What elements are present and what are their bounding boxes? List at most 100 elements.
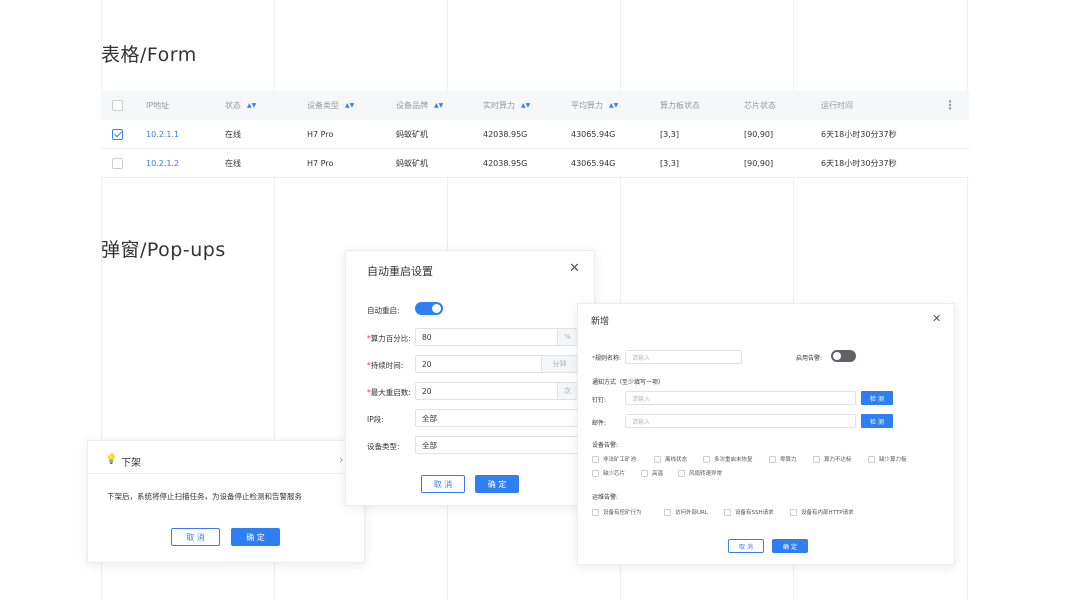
- option-label: 非法矿工矿池: [603, 457, 637, 463]
- option-label: 零算力: [780, 457, 797, 463]
- dialog-title: 自动重启设置: [367, 265, 433, 278]
- dingding-input[interactable]: 请输入: [625, 391, 856, 405]
- chip-cell: [90,90]: [744, 158, 774, 168]
- status-cell: 在线: [225, 158, 241, 168]
- rule-name-label: *规则名称:: [592, 355, 622, 362]
- checkbox[interactable]: [664, 508, 671, 516]
- cancel-button[interactable]: 取 消: [421, 475, 465, 493]
- detect-mail-button[interactable]: 检 测: [861, 414, 893, 428]
- header-label: 芯片状态: [744, 100, 776, 110]
- checkbox[interactable]: [641, 469, 648, 477]
- checkbox[interactable]: [678, 469, 685, 477]
- cancel-button[interactable]: 取 消: [171, 528, 220, 546]
- confirm-button[interactable]: 确 定: [475, 475, 519, 493]
- checkbox[interactable]: [868, 455, 875, 463]
- checkbox[interactable]: [592, 455, 599, 463]
- ops-option[interactable]: 设备有挖矿行为: [592, 508, 642, 516]
- option-label: 多次重启未恢复: [714, 457, 753, 463]
- notify-method-label: 通知方式（至少填写一项）: [592, 379, 665, 386]
- brand-cell: 蚂蚁矿机: [396, 129, 428, 139]
- ops-option[interactable]: 设备有SSH请求: [724, 508, 774, 516]
- close-icon[interactable]: ✕: [569, 262, 580, 275]
- header-status[interactable]: 状态 ▲▼: [225, 90, 256, 120]
- toggle-knob: [432, 304, 441, 313]
- label-text: 规则名称:: [595, 355, 622, 362]
- select-all-cell: [112, 90, 123, 120]
- dingding-label: 钉钉:: [592, 397, 607, 404]
- toggle-knob: [833, 352, 841, 360]
- header-realtime[interactable]: 实时算力 ▲▼: [483, 90, 530, 120]
- sort-icon[interactable]: ▲▼: [247, 102, 256, 109]
- checkbox[interactable]: [703, 455, 710, 463]
- checkbox[interactable]: [592, 508, 599, 516]
- input-value: 20: [422, 386, 432, 396]
- checkbox[interactable]: [724, 508, 731, 516]
- detect-dingding-button[interactable]: 检 测: [861, 391, 893, 405]
- alarm-option[interactable]: 非法矿工矿池: [592, 455, 636, 463]
- option-label: 缺少芯片: [603, 471, 626, 477]
- divider: [88, 473, 364, 474]
- device-type-select[interactable]: 全部: [415, 436, 578, 454]
- chip-cell: [90,90]: [744, 129, 774, 139]
- checkbox[interactable]: [813, 455, 820, 463]
- alarm-option[interactable]: 零算力: [769, 455, 797, 463]
- alarm-option[interactable]: 离线状态: [654, 455, 687, 463]
- row-checkbox[interactable]: [112, 157, 123, 169]
- hash-percent-label: *算力百分比:: [367, 334, 411, 343]
- mail-input[interactable]: 请输入: [625, 414, 856, 428]
- more-vertical-icon[interactable]: ⋮: [944, 90, 956, 120]
- ops-option[interactable]: 访问外部URL: [664, 508, 708, 516]
- sort-icon[interactable]: ▲▼: [345, 102, 354, 109]
- cancel-button[interactable]: 取 消: [728, 539, 764, 553]
- header-type[interactable]: 设备类型 ▲▼: [307, 90, 354, 120]
- option-label: 算力不达标: [824, 457, 852, 463]
- status-cell: 在线: [225, 129, 241, 139]
- alarm-option[interactable]: 缺少芯片: [592, 469, 625, 477]
- ops-option[interactable]: 设备有内部HTTP请求: [790, 508, 854, 516]
- sort-icon[interactable]: ▲▼: [609, 102, 618, 109]
- header-label: IP地址: [146, 100, 170, 110]
- hash-percent-input[interactable]: 80%: [415, 328, 578, 346]
- option-label: 风扇转速异常: [689, 471, 723, 477]
- checkbox[interactable]: [592, 469, 599, 477]
- table-row[interactable]: 10.2.1.2 在线 H7 Pro 蚂蚁矿机 42038.95G 43065.…: [101, 149, 969, 178]
- alarm-option[interactable]: 多次重启未恢复: [703, 455, 753, 463]
- table-header: IP地址 状态 ▲▼ 设备类型 ▲▼ 设备品牌 ▲▼ 实时算力 ▲▼ 平均算力 ▲▼ 算力…: [101, 90, 969, 120]
- ip-link[interactable]: 10.2.1.2: [146, 149, 179, 177]
- header-label: 运行时间: [821, 100, 853, 110]
- chevron-right-icon[interactable]: ›: [339, 453, 343, 466]
- alarm-option[interactable]: 算力不达标: [813, 455, 852, 463]
- label-text: 算力百分比:: [370, 334, 411, 343]
- select-all-checkbox[interactable]: [112, 99, 123, 111]
- confirm-button[interactable]: 确 定: [772, 539, 808, 553]
- header-average[interactable]: 平均算力 ▲▼: [571, 90, 618, 120]
- alarm-enable-toggle[interactable]: [831, 350, 856, 362]
- row-checkbox[interactable]: [112, 128, 123, 140]
- ip-range-select[interactable]: 全部: [415, 409, 578, 427]
- option-label: 高温: [652, 471, 664, 477]
- sort-icon[interactable]: ▲▼: [521, 102, 530, 109]
- alarm-option[interactable]: 高温: [641, 469, 663, 477]
- header-ip: IP地址: [146, 90, 169, 120]
- duration-input[interactable]: 20 分钟: [415, 355, 578, 373]
- unit-suffix: 次: [557, 383, 577, 399]
- checkbox[interactable]: [654, 455, 661, 463]
- rule-name-input[interactable]: 请输入: [625, 350, 742, 364]
- input-value: 80: [422, 332, 432, 342]
- max-restart-input[interactable]: 20 次: [415, 382, 578, 400]
- table-row[interactable]: 10.2.1.1 在线 H7 Pro 蚂蚁矿机 42038.95G 43065.…: [101, 120, 969, 149]
- close-icon[interactable]: ✕: [932, 313, 941, 324]
- alarm-option[interactable]: 风扇转速异常: [678, 469, 722, 477]
- confirm-button[interactable]: 确 定: [231, 528, 280, 546]
- checkbox[interactable]: [769, 455, 776, 463]
- ip-link[interactable]: 10.2.1.1: [146, 120, 179, 148]
- alarm-option[interactable]: 缺少算力板: [868, 455, 907, 463]
- auto-restart-toggle[interactable]: [415, 302, 443, 315]
- sort-icon[interactable]: ▲▼: [434, 102, 443, 109]
- type-cell: H7 Pro: [307, 129, 334, 139]
- checkbox[interactable]: [790, 508, 797, 516]
- header-brand[interactable]: 设备品牌 ▲▼: [396, 90, 443, 120]
- device-alarm-label: 设备告警:: [592, 442, 619, 449]
- type-cell: H7 Pro: [307, 158, 334, 168]
- board-cell: [3,3]: [660, 158, 679, 168]
